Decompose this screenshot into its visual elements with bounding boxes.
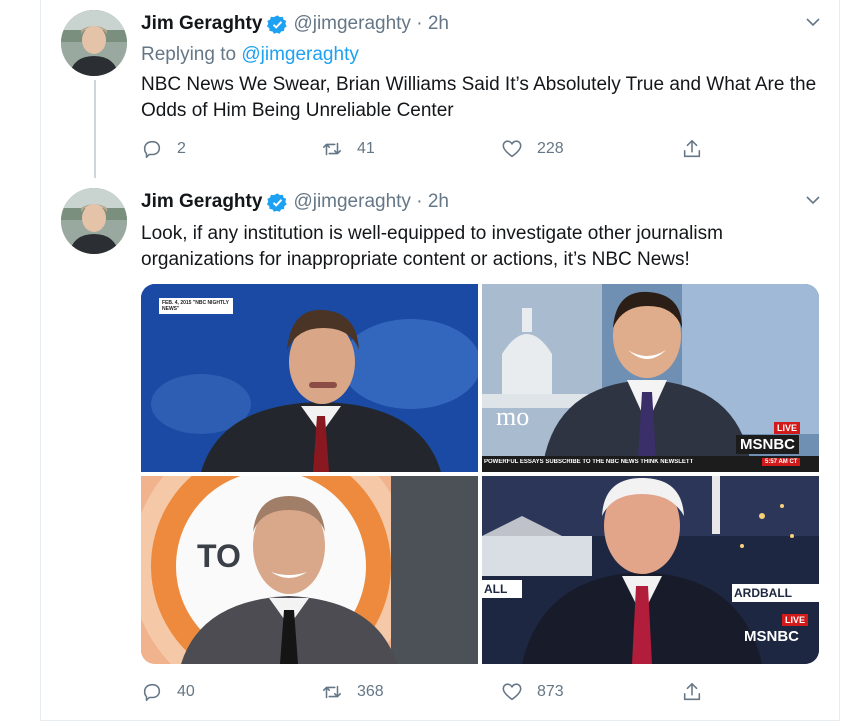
news-ticker: POWERFUL ESSAYS SUBSCRIBE TO THE NBC NEW… xyxy=(484,459,694,465)
reply-count: 40 xyxy=(177,683,195,700)
photo-caption-graphic: FEB. 4, 2015 "NBC NIGHTLY NEWS" xyxy=(159,298,233,314)
verified-badge-icon xyxy=(267,14,288,34)
tweet[interactable]: Jim Geraghty @jimgeraghty · 2h Look, if … xyxy=(41,178,841,718)
author-name[interactable]: Jim Geraghty xyxy=(141,191,262,213)
like-button[interactable]: 873 xyxy=(501,681,681,703)
share-button[interactable] xyxy=(681,138,852,160)
like-count: 873 xyxy=(537,683,564,700)
tweet-actions: 2 41 228 xyxy=(141,138,852,160)
retweet-icon xyxy=(322,685,342,699)
like-button[interactable]: 228 xyxy=(501,138,681,160)
avatar[interactable] xyxy=(61,188,127,254)
tweet[interactable]: Jim Geraghty @jimgeraghty · 2h Replying … xyxy=(41,0,841,178)
timeline-panel: Jim Geraghty @jimgeraghty · 2h Replying … xyxy=(40,0,840,721)
photo-today-host[interactable]: TO xyxy=(141,476,478,664)
background-text-right: ARDBALL xyxy=(734,586,792,600)
tweet-header: Jim Geraghty @jimgeraghty · 2h xyxy=(141,12,449,36)
background-letters: mo xyxy=(496,402,530,431)
retweet-count: 368 xyxy=(357,683,384,700)
reply-icon xyxy=(143,140,161,159)
reply-button[interactable]: 40 xyxy=(141,681,321,703)
replying-to: Replying to @jimgeraghty xyxy=(141,44,359,66)
photo-anchor-desk[interactable]: FEB. 4, 2015 "NBC NIGHTLY NEWS" xyxy=(141,284,478,472)
chevron-down-icon[interactable] xyxy=(805,192,821,208)
retweet-count: 41 xyxy=(357,140,375,157)
live-badge: LIVE xyxy=(782,614,809,626)
msnbc-logo: MSNBC xyxy=(744,628,799,645)
author-name[interactable]: Jim Geraghty xyxy=(141,13,262,35)
photo-hardball-host[interactable]: ALL ARDBALL LIVE MSNBC xyxy=(482,476,819,664)
tweet-header: Jim Geraghty @jimgeraghty · 2h xyxy=(141,190,449,214)
share-icon xyxy=(683,139,701,158)
reply-button[interactable]: 2 xyxy=(141,138,321,160)
avatar[interactable] xyxy=(61,10,127,76)
replying-to-label: Replying to xyxy=(141,44,237,65)
share-button[interactable] xyxy=(681,681,852,703)
background-text-left: ALL xyxy=(484,582,508,596)
reply-icon xyxy=(143,683,161,702)
heart-icon xyxy=(502,140,522,158)
verified-badge-icon xyxy=(267,192,288,212)
ticker-time: 5:57 AM CT xyxy=(762,458,801,466)
replying-to-mention[interactable]: @jimgeraghty xyxy=(241,44,359,65)
photo-msnbc-guest[interactable]: mo LIVE MSNBC POWERFUL ESSAYS SUBSCRIBE … xyxy=(482,284,819,472)
tweet-text: NBC News We Swear, Brian Williams Said I… xyxy=(141,74,817,121)
retweet-button[interactable]: 41 xyxy=(321,138,501,160)
reply-count: 2 xyxy=(177,140,186,157)
retweet-button[interactable]: 368 xyxy=(321,681,501,703)
msnbc-logo: MSNBC xyxy=(736,435,799,454)
tweet-actions: 40 368 873 xyxy=(141,681,852,703)
tweet-text: Look, if any institution is well-equippe… xyxy=(141,223,723,270)
like-count: 228 xyxy=(537,140,564,157)
author-handle[interactable]: @jimgeraghty · 2h xyxy=(293,191,449,213)
media-grid: FEB. 4, 2015 "NBC NIGHTLY NEWS" mo LIVE … xyxy=(141,284,819,664)
background-letters: TO xyxy=(197,538,241,574)
retweet-icon xyxy=(322,142,342,156)
live-badge: LIVE xyxy=(774,422,801,434)
chevron-down-icon[interactable] xyxy=(805,14,821,30)
author-handle[interactable]: @jimgeraghty · 2h xyxy=(293,13,449,35)
share-icon xyxy=(683,682,701,701)
thread-line xyxy=(94,80,96,178)
heart-icon xyxy=(502,683,522,701)
